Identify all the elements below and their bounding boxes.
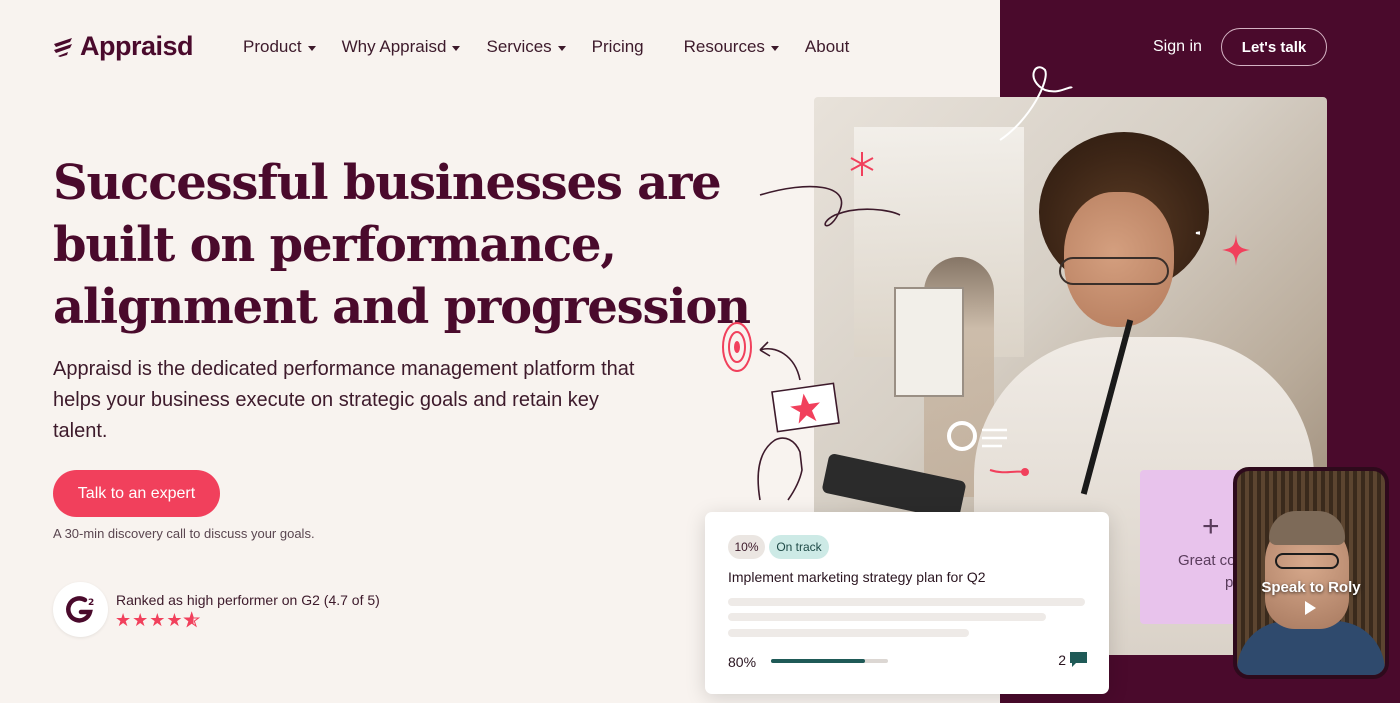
photo-glasses — [1059, 257, 1169, 285]
nav-label: Services — [486, 37, 552, 56]
nav-label: Product — [243, 37, 302, 56]
goal-status-badge: On track — [769, 535, 829, 559]
sparkle-pink-icon — [1222, 234, 1250, 266]
headline-line: built on performance, — [53, 217, 617, 273]
appraisd-logo[interactable]: Appraisd — [52, 31, 194, 62]
nav-label: Resources — [683, 37, 765, 56]
comment-count: 2 — [1058, 652, 1066, 668]
video-person-shirt — [1237, 621, 1385, 675]
goal-progress-fill — [771, 659, 865, 663]
logo-mark-icon — [54, 37, 72, 57]
plus-icon: + — [1202, 510, 1220, 543]
main-nav: Product Why Appraisd Services Pricing Re… — [243, 36, 875, 58]
video-person-hair — [1269, 511, 1345, 545]
chevron-down-icon — [557, 45, 566, 51]
nav-item-resources[interactable]: Resources — [684, 37, 779, 57]
goal-progress-label: 80% — [728, 654, 757, 670]
star-rating: ★ ★ ★ ★ ★ — [115, 610, 200, 631]
star-icon: ★ — [132, 610, 149, 630]
headline-line: Successful businesses are — [53, 155, 722, 211]
nav-item-about[interactable]: About — [805, 37, 849, 57]
cta-note: A 30-min discovery call to discuss your … — [53, 526, 315, 541]
feedback-card-text: Great co — [1178, 552, 1236, 569]
nav-item-why-appraisd[interactable]: Why Appraisd — [342, 37, 461, 57]
arrow-doodle-icon — [759, 341, 801, 381]
goal-percent-tag: 10% — [728, 535, 765, 559]
star-icon: ★ — [149, 610, 166, 630]
photo-whiteboard — [894, 287, 964, 397]
star-icon: ★ — [115, 610, 132, 630]
goal-card: 10% On track Implement marketing strateg… — [705, 512, 1109, 694]
placeholder-line — [728, 613, 1046, 621]
hand-doodle-icon — [757, 437, 803, 501]
video-label: Speak to Roly — [1261, 579, 1361, 596]
video-card[interactable]: Speak to Roly — [1233, 467, 1389, 679]
nav-label: Pricing — [591, 37, 644, 56]
placeholder-line — [728, 629, 969, 637]
lets-talk-button[interactable]: Let's talk — [1221, 28, 1327, 66]
comment-icon — [1070, 652, 1087, 667]
star-icon: ★ — [166, 610, 183, 630]
nav-label: Why Appraisd — [341, 37, 447, 56]
talk-to-expert-button[interactable]: Talk to an expert — [53, 470, 220, 517]
headline-line: alignment and progression — [53, 279, 751, 335]
play-icon[interactable] — [1305, 601, 1316, 615]
g2-rating-text: Ranked as high performer on G2 (4.7 of 5… — [116, 592, 380, 608]
video-person-glasses — [1275, 553, 1339, 569]
sign-in-link[interactable]: Sign in — [1153, 38, 1202, 56]
logo-text: Appraisd — [80, 31, 194, 61]
g2-logo-icon: 2 — [53, 582, 108, 637]
nav-item-services[interactable]: Services — [486, 37, 566, 57]
goal-title: Implement marketing strategy plan for Q2 — [728, 569, 986, 585]
hero-headline: Successful businesses are built on perfo… — [53, 152, 751, 338]
nav-label: About — [804, 37, 850, 56]
chevron-down-icon — [307, 45, 316, 51]
hero-subtext: Appraisd is the dedicated performance ma… — [53, 358, 635, 442]
chevron-down-icon — [452, 45, 461, 51]
goal-comments[interactable]: 2 — [1058, 652, 1087, 668]
half-star-icon: ★ — [183, 610, 200, 631]
placeholder-line — [728, 598, 1085, 606]
nav-item-pricing[interactable]: Pricing — [592, 37, 644, 57]
nav-item-product[interactable]: Product — [243, 37, 316, 57]
chevron-down-icon — [770, 45, 779, 51]
goal-progress-bar — [771, 659, 888, 663]
svg-text:2: 2 — [88, 598, 94, 608]
